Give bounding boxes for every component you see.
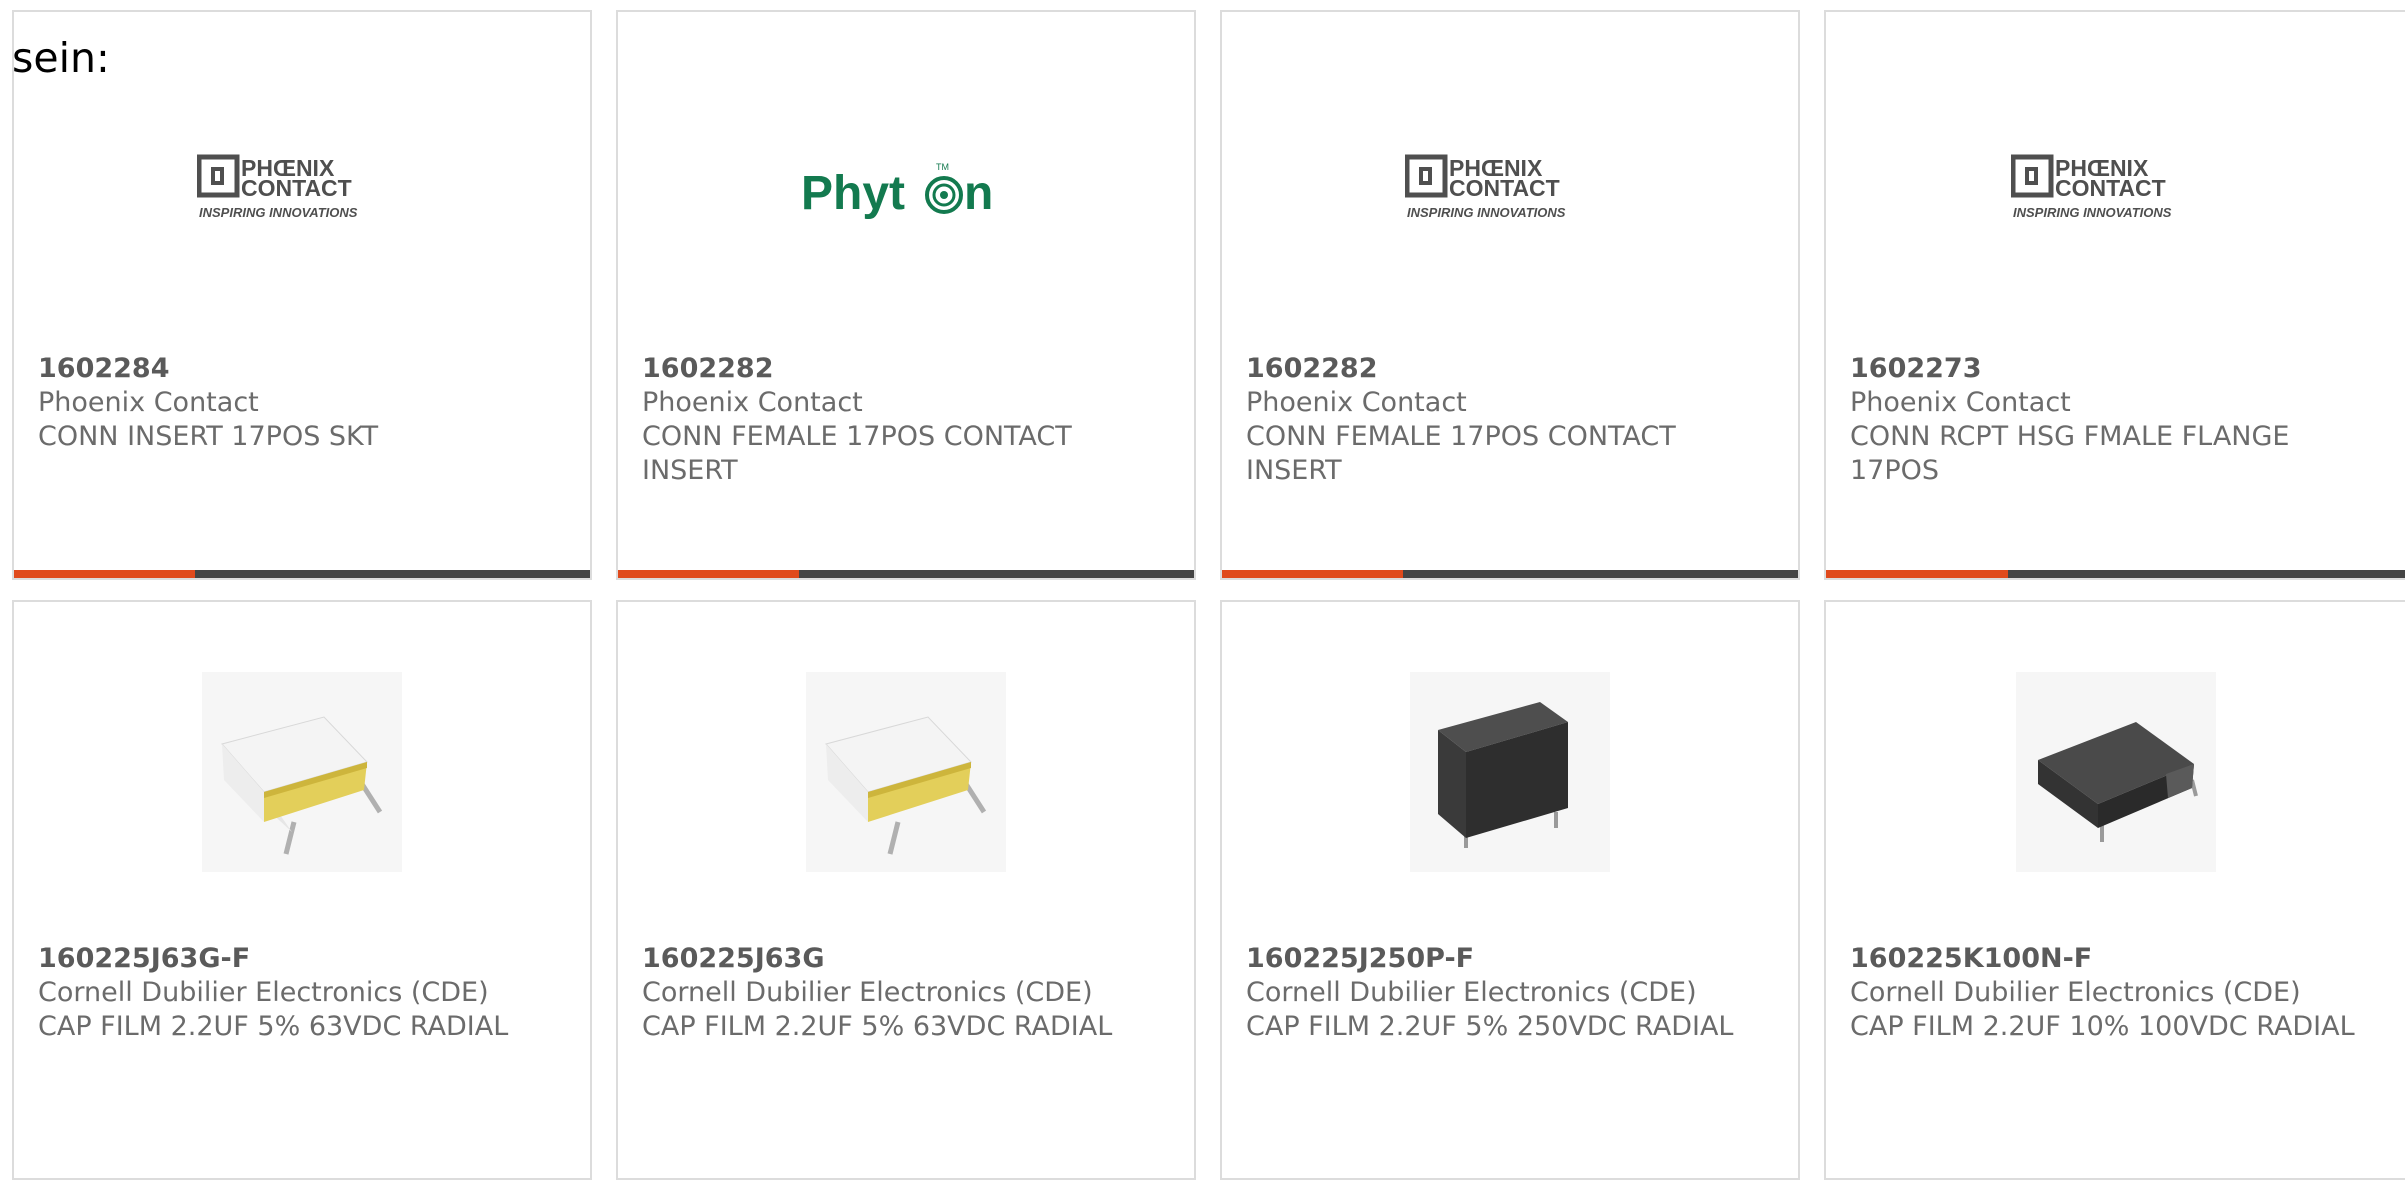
svg-text:CONTACT: CONTACT [241,175,352,201]
product-card[interactable]: Phyt TM n 1602282 Phoenix Contact CONN F… [616,10,1196,580]
svg-text:n: n [964,167,993,220]
svg-text:CONTACT: CONTACT [2055,175,2166,201]
manufacturer-name: Cornell Dubilier Electronics (CDE) [38,977,489,1008]
product-card[interactable]: 160225J63G Cornell Dubilier Electronics … [616,600,1196,1180]
phyton-logo-icon: Phyt TM n [801,162,993,220]
product-card[interactable]: 160225J250P-F Cornell Dubilier Electroni… [1220,600,1800,1180]
product-logo: Phyt TM n [618,92,1194,292]
card-accent-bar [618,570,1194,578]
phoenix-contact-logo-icon: PHŒNIX CONTACT INSPIRING INNOVATIONS [1405,154,1566,220]
product-description: CONN RCPT HSG FMALE FLANGE 17POS [1850,421,2290,486]
manufacturer-name: Phoenix Contact [38,387,259,418]
svg-text:CONTACT: CONTACT [1449,175,1560,201]
black-flat-capacitor-icon [2015,672,2216,872]
product-description: CONN FEMALE 17POS CONTACT INSERT [642,421,1072,486]
product-description: CONN INSERT 17POS SKT [38,421,379,452]
svg-text:INSPIRING INNOVATIONS: INSPIRING INNOVATIONS [2013,205,2172,220]
card-accent-bar [1222,570,1798,578]
part-number[interactable]: 1602273 [1850,352,2385,386]
yellow-film-capacitor-icon [806,672,1006,872]
part-number[interactable]: 160225J63G-F [38,942,570,976]
product-image [1826,672,2405,872]
phoenix-contact-logo-icon: PHŒNIX CONTACT INSPIRING INNOVATIONS [2010,154,2172,220]
part-number[interactable]: 160225J63G [642,942,1174,976]
part-number[interactable]: 1602282 [642,352,1174,386]
part-number[interactable]: 1602282 [1246,352,1778,386]
black-box-capacitor-icon [1410,672,1610,872]
product-card[interactable]: PHŒNIX CONTACT INSPIRING INNOVATIONS 160… [1220,10,1800,580]
yellow-film-capacitor-icon [202,672,402,872]
svg-text:INSPIRING INNOVATIONS: INSPIRING INNOVATIONS [1407,205,1566,220]
part-number[interactable]: 1602284 [38,352,570,386]
product-image [1222,672,1798,872]
product-description: CAP FILM 2.2UF 5% 63VDC RADIAL [38,1011,509,1042]
product-card[interactable]: 160225J63G-F Cornell Dubilier Electronic… [12,600,592,1180]
intro-text: sein: [12,34,110,82]
product-description: CAP FILM 2.2UF 5% 63VDC RADIAL [642,1011,1113,1042]
product-description: CONN FEMALE 17POS CONTACT INSERT [1246,421,1676,486]
product-card[interactable]: PHŒNIX CONTACT INSPIRING INNOVATIONS 160… [12,10,592,580]
manufacturer-name: Phoenix Contact [1246,387,1467,418]
product-card[interactable]: 160225K100N-F Cornell Dubilier Electroni… [1824,600,2405,1180]
manufacturer-name: Phoenix Contact [642,387,863,418]
svg-text:Phyt: Phyt [801,167,905,220]
product-image [14,672,590,872]
product-image [618,672,1194,872]
manufacturer-name: Cornell Dubilier Electronics (CDE) [642,977,1093,1008]
product-logo: PHŒNIX CONTACT INSPIRING INNOVATIONS [1222,92,1798,292]
phoenix-contact-logo-icon: PHŒNIX CONTACT INSPIRING INNOVATIONS [197,154,358,220]
product-logo: PHŒNIX CONTACT INSPIRING INNOVATIONS [14,92,590,292]
part-number[interactable]: 160225K100N-F [1850,942,2385,976]
product-logo: PHŒNIX CONTACT INSPIRING INNOVATIONS [1826,92,2405,292]
svg-text:INSPIRING INNOVATIONS: INSPIRING INNOVATIONS [199,205,358,220]
part-number[interactable]: 160225J250P-F [1246,942,1778,976]
manufacturer-name: Cornell Dubilier Electronics (CDE) [1850,977,2301,1008]
product-description: CAP FILM 2.2UF 5% 250VDC RADIAL [1246,1011,1734,1042]
card-accent-bar [1826,570,2405,578]
card-accent-bar [14,570,590,578]
product-description: CAP FILM 2.2UF 10% 100VDC RADIAL [1850,1011,2355,1042]
manufacturer-name: Phoenix Contact [1850,387,2071,418]
product-card[interactable]: PHŒNIX CONTACT INSPIRING INNOVATIONS 160… [1824,10,2405,580]
manufacturer-name: Cornell Dubilier Electronics (CDE) [1246,977,1697,1008]
svg-text:TM: TM [936,162,949,172]
